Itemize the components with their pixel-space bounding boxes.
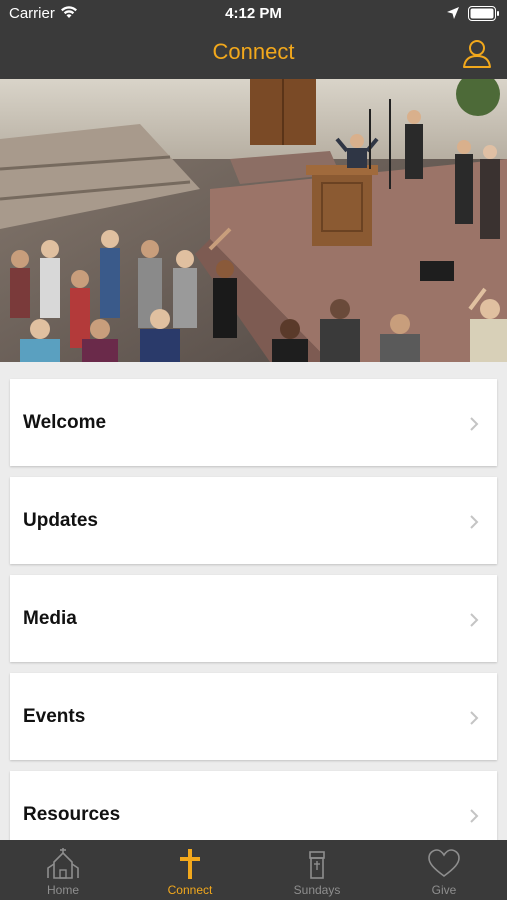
page-title: Connect: [212, 39, 295, 64]
hero-image: [0, 79, 507, 362]
tab-sundays[interactable]: Sundays: [254, 840, 380, 900]
profile-button[interactable]: [460, 37, 494, 71]
chevron-right-icon: [470, 515, 479, 529]
clock-time: 4:12 PM: [225, 5, 282, 22]
tab-home[interactable]: Home: [0, 840, 126, 900]
menu-item-label: Events: [23, 706, 86, 727]
menu-item-events[interactable]: Events: [10, 673, 497, 760]
chevron-right-icon: [470, 809, 479, 823]
menu-item-updates[interactable]: Updates: [10, 477, 497, 564]
menu-list: Welcome Updates Media Events Resources: [10, 379, 497, 869]
tab-label: Connect: [167, 883, 213, 897]
tab-connect[interactable]: Connect: [127, 840, 253, 900]
menu-item-label: Welcome: [23, 412, 107, 433]
navigation-bar: Connect: [0, 28, 507, 79]
status-bar: Carrier 4:12 PM: [0, 0, 507, 28]
tab-bar: Home Connect Sundays Give: [0, 840, 507, 900]
tab-label: Give: [431, 883, 457, 897]
menu-item-label: Media: [23, 608, 77, 629]
location-arrow-icon: [446, 6, 460, 25]
person-icon: [463, 40, 491, 68]
tab-give[interactable]: Give: [381, 840, 507, 900]
pulpit-icon: [309, 851, 325, 879]
battery-icon: [468, 6, 500, 26]
tab-label: Home: [46, 883, 79, 897]
church-icon: [47, 848, 79, 879]
menu-item-label: Updates: [23, 510, 98, 531]
tab-label: Sundays: [293, 883, 341, 897]
church-worship-photo: [0, 79, 507, 362]
heart-icon: [428, 849, 460, 877]
chevron-right-icon: [470, 711, 479, 725]
cross-icon: [180, 849, 200, 879]
chevron-right-icon: [470, 613, 479, 627]
chevron-right-icon: [470, 417, 479, 431]
menu-item-media[interactable]: Media: [10, 575, 497, 662]
menu-item-welcome[interactable]: Welcome: [10, 379, 497, 466]
